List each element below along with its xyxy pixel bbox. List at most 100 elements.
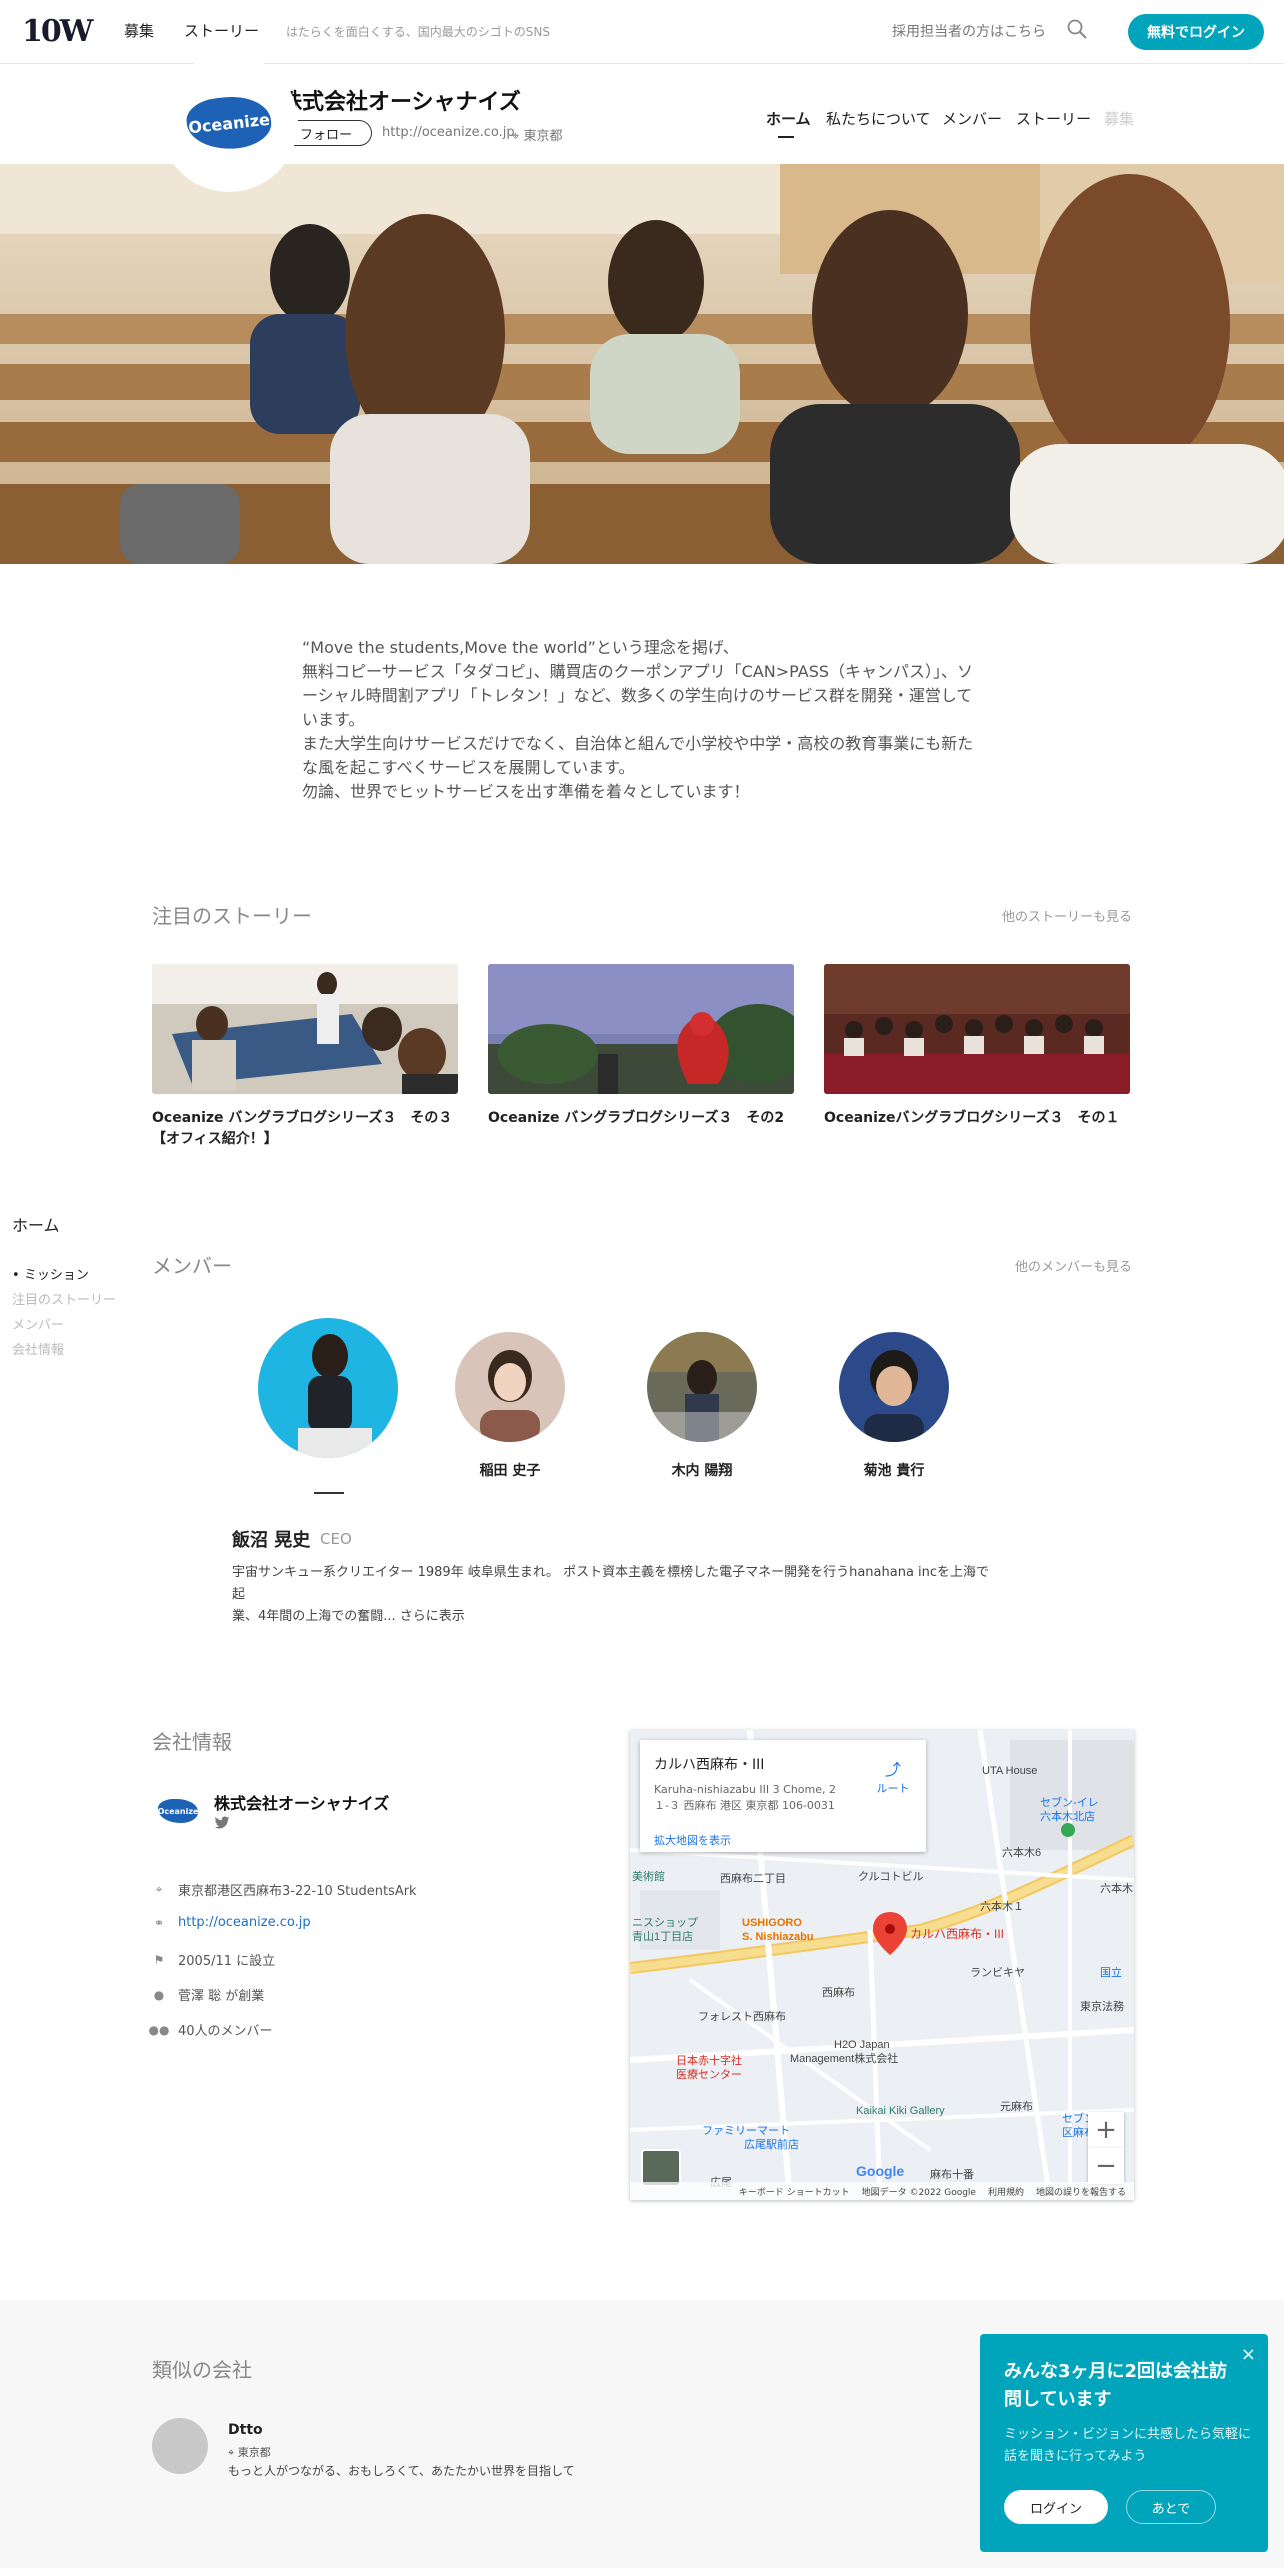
avatar-photo xyxy=(647,1332,757,1442)
story-thumbnail xyxy=(488,964,794,1094)
side-nav-company-info[interactable]: 会社情報 xyxy=(12,1339,64,1358)
company-founded-text: 2005/11 に設立 xyxy=(178,1954,276,1969)
map-label: 六本木 xyxy=(1100,1881,1133,1895)
story-title: Oceanize バングラブログシリーズ３ その３【オフィス紹介！】 xyxy=(152,1110,453,1147)
flag-icon: ⚑ xyxy=(153,1952,165,1967)
tab-stories[interactable]: ストーリー xyxy=(1016,108,1091,129)
nav-stories[interactable]: ストーリー xyxy=(184,20,259,41)
member-name: 木内 陽翔 xyxy=(671,1463,733,1479)
story-photo xyxy=(152,964,458,1094)
zoom-out-button[interactable]: − xyxy=(1088,2148,1124,2184)
member-card[interactable]: 木内 陽翔 xyxy=(622,1332,782,1480)
popup-login-button[interactable]: ログイン xyxy=(1004,2490,1108,2524)
map-label: 東京法務 xyxy=(1080,1999,1124,2013)
person-icon: ● xyxy=(153,1987,165,2002)
company-founder: ● 菅澤 聡 が創業 xyxy=(152,1985,265,2005)
map-footer: キーボード ショートカット 地図データ ©2022 Google 利用規約 地図… xyxy=(630,2182,1134,2200)
story-thumbnail xyxy=(824,964,1130,1094)
map-label: 西麻布 xyxy=(822,1985,855,1999)
similar-company-name[interactable]: Dtto xyxy=(228,2422,263,2438)
map-label: USHIGORO xyxy=(742,1917,802,1929)
company-website[interactable]: ⚭ http://oceanize.co.jp xyxy=(152,1915,311,1930)
map-route-button[interactable]: ⤴ ルート xyxy=(870,1756,916,1796)
map-enlarge-link[interactable]: 拡大地図を表示 xyxy=(654,1832,731,1848)
map-label: Kaikai Kiki Gallery xyxy=(856,2105,945,2117)
featured-member-description: 宇宙サンキュー系クリエイター 1989年 岐阜県生まれ。 ポスト資本主義を標榜し… xyxy=(232,1562,992,1628)
map-card-title: カルハ西麻布・III xyxy=(654,1757,765,1773)
story-thumbnail xyxy=(152,964,458,1094)
company-name: 株式会社オーシャナイズ xyxy=(280,90,521,115)
side-nav-label: ミッション xyxy=(23,1268,89,1283)
map-label: ニスショップ xyxy=(632,1916,698,1929)
map-route-label: ルート xyxy=(876,1782,910,1795)
top-navbar: 10W 募集 ストーリー はたらくを面白くする、国内最大のシゴトのSNS 採用担… xyxy=(0,0,1284,64)
tab-recruit[interactable]: 募集 xyxy=(1104,108,1134,129)
satellite-toggle[interactable] xyxy=(641,2149,681,2187)
google-map[interactable]: UTA House セブン-イレ 六本木北店 六本木6 六本木 西麻布二丁目 ク… xyxy=(630,1730,1134,2200)
recruiter-link[interactable]: 採用担当者の方はこちら xyxy=(892,21,1046,41)
tab-home[interactable]: ホーム xyxy=(766,108,811,129)
featured-member-role: CEO xyxy=(320,1530,352,1548)
map-label: 麻布十番 xyxy=(930,2167,974,2181)
map-footer-item: 地図データ ©2022 Google xyxy=(861,2187,976,2198)
zoom-in-button[interactable]: + xyxy=(1088,2112,1124,2148)
avatar xyxy=(455,1332,565,1442)
member-card[interactable]: 菊池 貴行 xyxy=(814,1332,974,1480)
map-label: 医療センター xyxy=(676,2067,742,2081)
wantedly-logo[interactable]: 10W xyxy=(22,14,93,49)
hero-photo xyxy=(0,164,1284,564)
popup-later-button[interactable]: あとで xyxy=(1126,2490,1216,2524)
side-nav-mission[interactable]: • ミッション xyxy=(12,1264,89,1283)
side-nav-members[interactable]: メンバー xyxy=(12,1314,64,1333)
similar-heading: 類似の会社 xyxy=(152,2358,252,2382)
company-member-count: ●● 40人のメンバー xyxy=(149,2020,273,2040)
twitter-icon[interactable] xyxy=(214,1816,230,1830)
map-footer-item[interactable]: 利用規約 xyxy=(988,2185,1024,2198)
map-footer-item[interactable]: キーボード ショートカット xyxy=(739,2185,850,2198)
company-member-count-text: 40人のメンバー xyxy=(178,2024,273,2039)
search-icon[interactable] xyxy=(1066,18,1088,40)
visit-promo-popup: × みんな3ヶ月に2回は会社訪問しています ミッション・ビジョンに共感したら気軽… xyxy=(980,2334,1268,2552)
company-location-text: 東京都 xyxy=(523,129,563,144)
member-card[interactable]: 稲田 史子 xyxy=(430,1332,590,1480)
login-button[interactable]: 無料でログイン xyxy=(1128,14,1264,50)
company-website-text[interactable]: http://oceanize.co.jp xyxy=(178,1915,311,1930)
location-pin-icon: ⌖ xyxy=(155,1882,163,1896)
similar-company-description: もっと人がつながる、おもしろくて、あたたかい世界を目指して xyxy=(228,2464,575,2478)
company-url[interactable]: http://oceanize.co.jp xyxy=(382,125,515,140)
story-card[interactable]: Oceanize バングラブログシリーズ３ その2 xyxy=(488,964,794,1129)
story-card[interactable]: Oceanize バングラブログシリーズ３ その３【オフィス紹介！】 xyxy=(152,964,458,1150)
mission-line: “Move the students,Move the world”という理念を… xyxy=(302,638,739,657)
members-more-link[interactable]: 他のメンバーも見る xyxy=(1015,1256,1132,1275)
bullet-icon: • xyxy=(12,1268,20,1283)
side-nav-stories[interactable]: 注目のストーリー xyxy=(12,1289,116,1308)
avatar-photo xyxy=(455,1332,565,1442)
company-info-heading: 会社情報 xyxy=(152,1730,232,1754)
map-label: クルコトビル xyxy=(858,1870,923,1883)
tab-about[interactable]: 私たちについて xyxy=(826,108,931,129)
google-logo: Google xyxy=(856,2163,904,2179)
link-icon: ⚭ xyxy=(153,1915,165,1930)
side-nav-heading[interactable]: ホーム xyxy=(12,1212,60,1236)
map-label: 六本木6 xyxy=(1002,1845,1041,1859)
featured-member-description-line[interactable]: 業、4年間の上海での奮闘... さらに表示 xyxy=(232,1606,992,1628)
tab-members[interactable]: メンバー xyxy=(942,108,1002,129)
member-featured[interactable] xyxy=(248,1318,408,1458)
map-pin-label: カルハ西麻布・III xyxy=(910,1926,1004,1941)
map-footer-item[interactable]: 地図の誤りを報告する xyxy=(1036,2185,1126,2198)
map-label: 美術館 xyxy=(632,1869,665,1883)
company-founder-text: 菅澤 聡 が創業 xyxy=(178,1989,265,2004)
pin-icon: ⌖ xyxy=(228,2446,235,2459)
selected-member-indicator xyxy=(314,1492,344,1494)
company-logo-text: Oceanize xyxy=(184,92,274,154)
map-label: 六本木１ xyxy=(980,1899,1024,1913)
map-label: Management株式会社 xyxy=(790,2051,898,2065)
stories-more-link[interactable]: 他のストーリーも見る xyxy=(1002,906,1132,925)
avatar[interactable] xyxy=(152,2418,208,2474)
nav-recruit[interactable]: 募集 xyxy=(124,20,154,41)
map-label: 国立 xyxy=(1100,1965,1122,1979)
story-card[interactable]: Oceanizeバングラブログシリーズ３ その１ xyxy=(824,964,1130,1129)
avatar-photo xyxy=(258,1318,398,1458)
company-logo: Oceanize xyxy=(160,54,298,192)
map-label: 六本木北店 xyxy=(1040,1809,1095,1823)
